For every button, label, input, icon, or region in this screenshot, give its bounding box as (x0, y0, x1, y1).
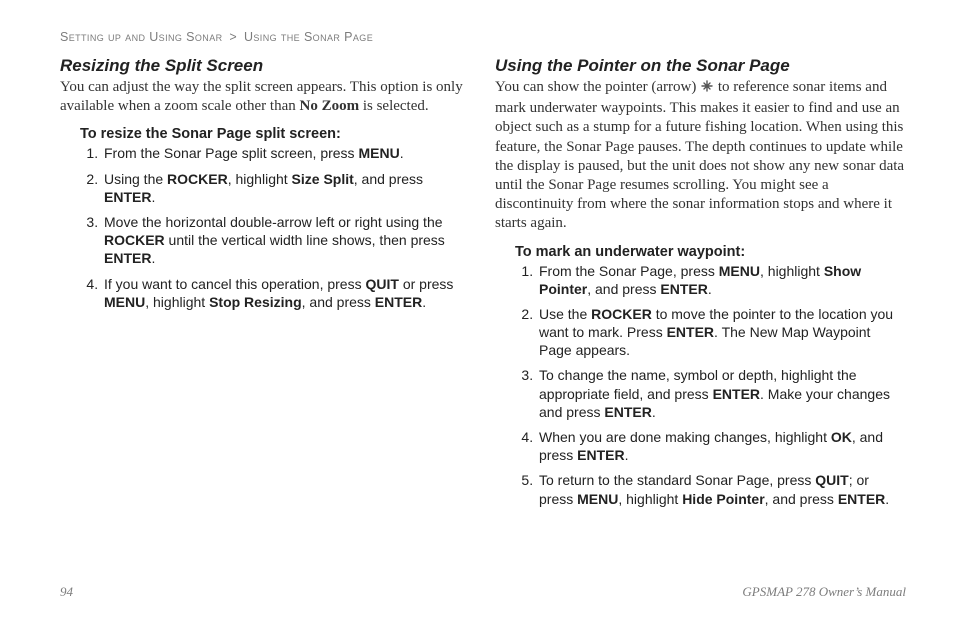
right-column: Using the Pointer on the Sonar Page You … (495, 52, 906, 572)
content-columns: Resizing the Split Screen You can adjust… (60, 52, 906, 572)
manual-title: GPSMAP 278 Owner’s Manual (742, 584, 906, 600)
resize-intro: You can adjust the way the split screen … (60, 78, 471, 116)
resize-steps: From the Sonar Page split screen, press … (80, 144, 471, 311)
list-item: If you want to cancel this operation, pr… (102, 275, 471, 311)
waypoint-procedure-title: To mark an underwater waypoint: (515, 244, 906, 260)
list-item: To return to the standard Sonar Page, pr… (537, 471, 906, 507)
page-footer: 94 GPSMAP 278 Owner’s Manual (60, 572, 906, 600)
list-item: Use the ROCKER to move the pointer to th… (537, 305, 906, 360)
section-heading-pointer: Using the Pointer on the Sonar Page (495, 56, 906, 76)
section-heading-resize: Resizing the Split Screen (60, 56, 471, 76)
left-column: Resizing the Split Screen You can adjust… (60, 52, 471, 572)
breadcrumb-separator: > (229, 30, 237, 44)
breadcrumb: Setting up and Using Sonar > Using the S… (60, 30, 906, 44)
no-zoom-label: No Zoom (299, 98, 359, 114)
manual-page: Setting up and Using Sonar > Using the S… (0, 0, 954, 618)
list-item: To change the name, symbol or depth, hig… (537, 366, 906, 421)
list-item: When you are done making changes, highli… (537, 428, 906, 464)
breadcrumb-page: Using the Sonar Page (244, 30, 373, 44)
list-item: From the Sonar Page, press MENU, highlig… (537, 262, 906, 298)
breadcrumb-section: Setting up and Using Sonar (60, 30, 223, 44)
list-item: Using the ROCKER, highlight Size Split, … (102, 170, 471, 206)
resize-procedure-title: To resize the Sonar Page split screen: (80, 126, 471, 142)
list-item: From the Sonar Page split screen, press … (102, 144, 471, 162)
pointer-intro: You can show the pointer (arrow) to refe… (495, 78, 906, 234)
list-item: Move the horizontal double-arrow left or… (102, 213, 471, 268)
pointer-arrow-icon (700, 79, 714, 99)
waypoint-steps: From the Sonar Page, press MENU, highlig… (515, 262, 906, 508)
page-number: 94 (60, 584, 73, 600)
